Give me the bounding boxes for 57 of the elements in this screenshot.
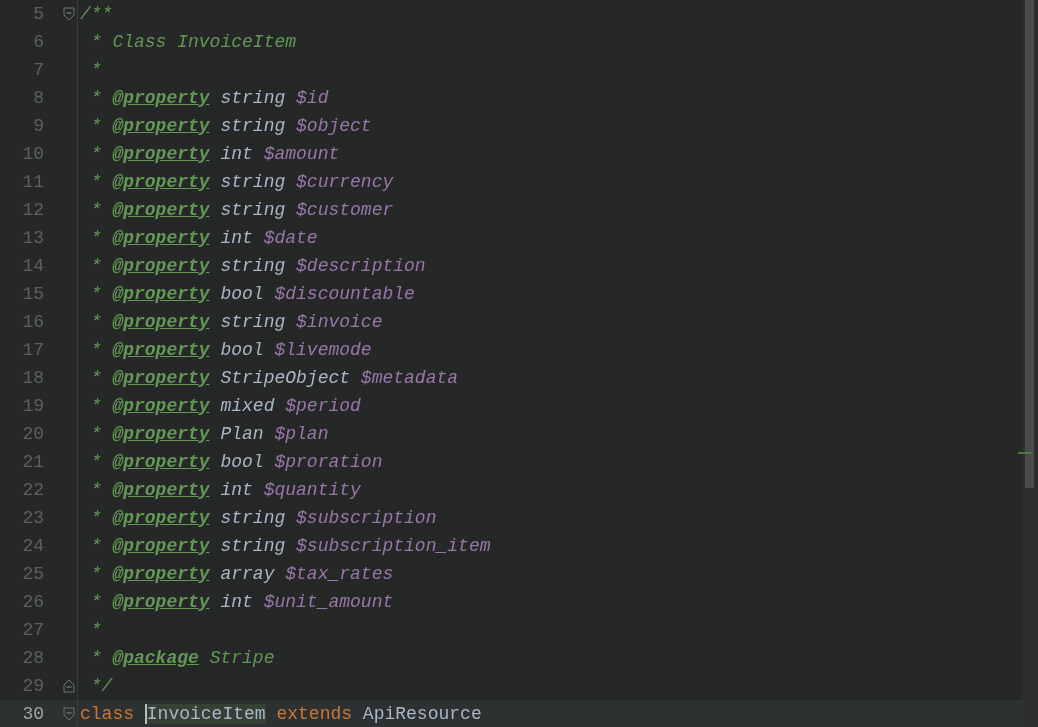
code-line: * @property string $description xyxy=(89,254,426,278)
line-number: 28 xyxy=(21,646,44,670)
line-number: 6 xyxy=(32,30,44,54)
fold-icon[interactable] xyxy=(63,7,75,21)
change-marker xyxy=(1018,452,1032,454)
line-number: 13 xyxy=(21,226,44,250)
code-line: * @property Plan $plan xyxy=(89,422,329,446)
code-line: * @property string $invoice xyxy=(89,310,383,334)
code-line: class InvoiceItem extends ApiResource xyxy=(79,702,482,726)
code-line: * xyxy=(89,618,102,642)
code-line: * @property bool $livemode xyxy=(89,338,372,362)
code-line: /** xyxy=(79,2,113,26)
line-number: 17 xyxy=(21,338,44,362)
fold-icon[interactable] xyxy=(63,707,75,721)
code-line: * @property int $unit_amount xyxy=(89,590,394,614)
line-number: 29 xyxy=(21,674,44,698)
unfold-icon[interactable] xyxy=(63,679,75,693)
line-number: 14 xyxy=(21,254,44,278)
line-number: 11 xyxy=(21,170,44,194)
code-line: * @property mixed $period xyxy=(89,394,361,418)
line-number: 23 xyxy=(21,506,44,530)
line-number: 9 xyxy=(32,114,44,138)
line-number: 19 xyxy=(21,394,44,418)
code-line: */ xyxy=(89,674,113,698)
code-line: * @property string $id xyxy=(89,86,329,110)
code-line: * @package Stripe xyxy=(89,646,275,670)
code-line: * xyxy=(89,58,102,82)
code-line: * @property string $currency xyxy=(89,170,394,194)
line-number: 15 xyxy=(21,282,44,306)
code-line: * @property string $subscription xyxy=(89,506,437,530)
line-number: 24 xyxy=(21,534,44,558)
code-line: * @property int $date xyxy=(89,226,318,250)
code-line: * @property string $customer xyxy=(89,198,394,222)
scrollbar-thumb[interactable] xyxy=(1025,0,1034,488)
line-number: 20 xyxy=(21,422,44,446)
code-line: * @property bool $discountable xyxy=(89,282,415,306)
line-number: 26 xyxy=(21,590,44,614)
code-line: * Class InvoiceItem xyxy=(89,30,297,54)
line-number: 30 xyxy=(21,702,44,726)
code-line: * @property string $subscription_item xyxy=(89,534,491,558)
line-number: 16 xyxy=(21,310,44,334)
line-number: 8 xyxy=(32,86,44,110)
line-number: 5 xyxy=(32,2,44,26)
line-number: 25 xyxy=(21,562,44,586)
line-number: 27 xyxy=(21,618,44,642)
line-number: 12 xyxy=(21,198,44,222)
code-line: * @property StripeObject $metadata xyxy=(89,366,459,390)
line-number: 10 xyxy=(21,142,44,166)
line-number: 7 xyxy=(32,58,44,82)
code-line: * @property int $quantity xyxy=(89,478,361,502)
line-number: 21 xyxy=(21,450,44,474)
code-line: * @property array $tax_rates xyxy=(89,562,394,586)
code-line: * @property int $amount xyxy=(89,142,340,166)
line-number: 18 xyxy=(21,366,44,390)
code-line: * @property string $object xyxy=(89,114,372,138)
line-number: 22 xyxy=(21,478,44,502)
code-line: * @property bool $proration xyxy=(89,450,383,474)
